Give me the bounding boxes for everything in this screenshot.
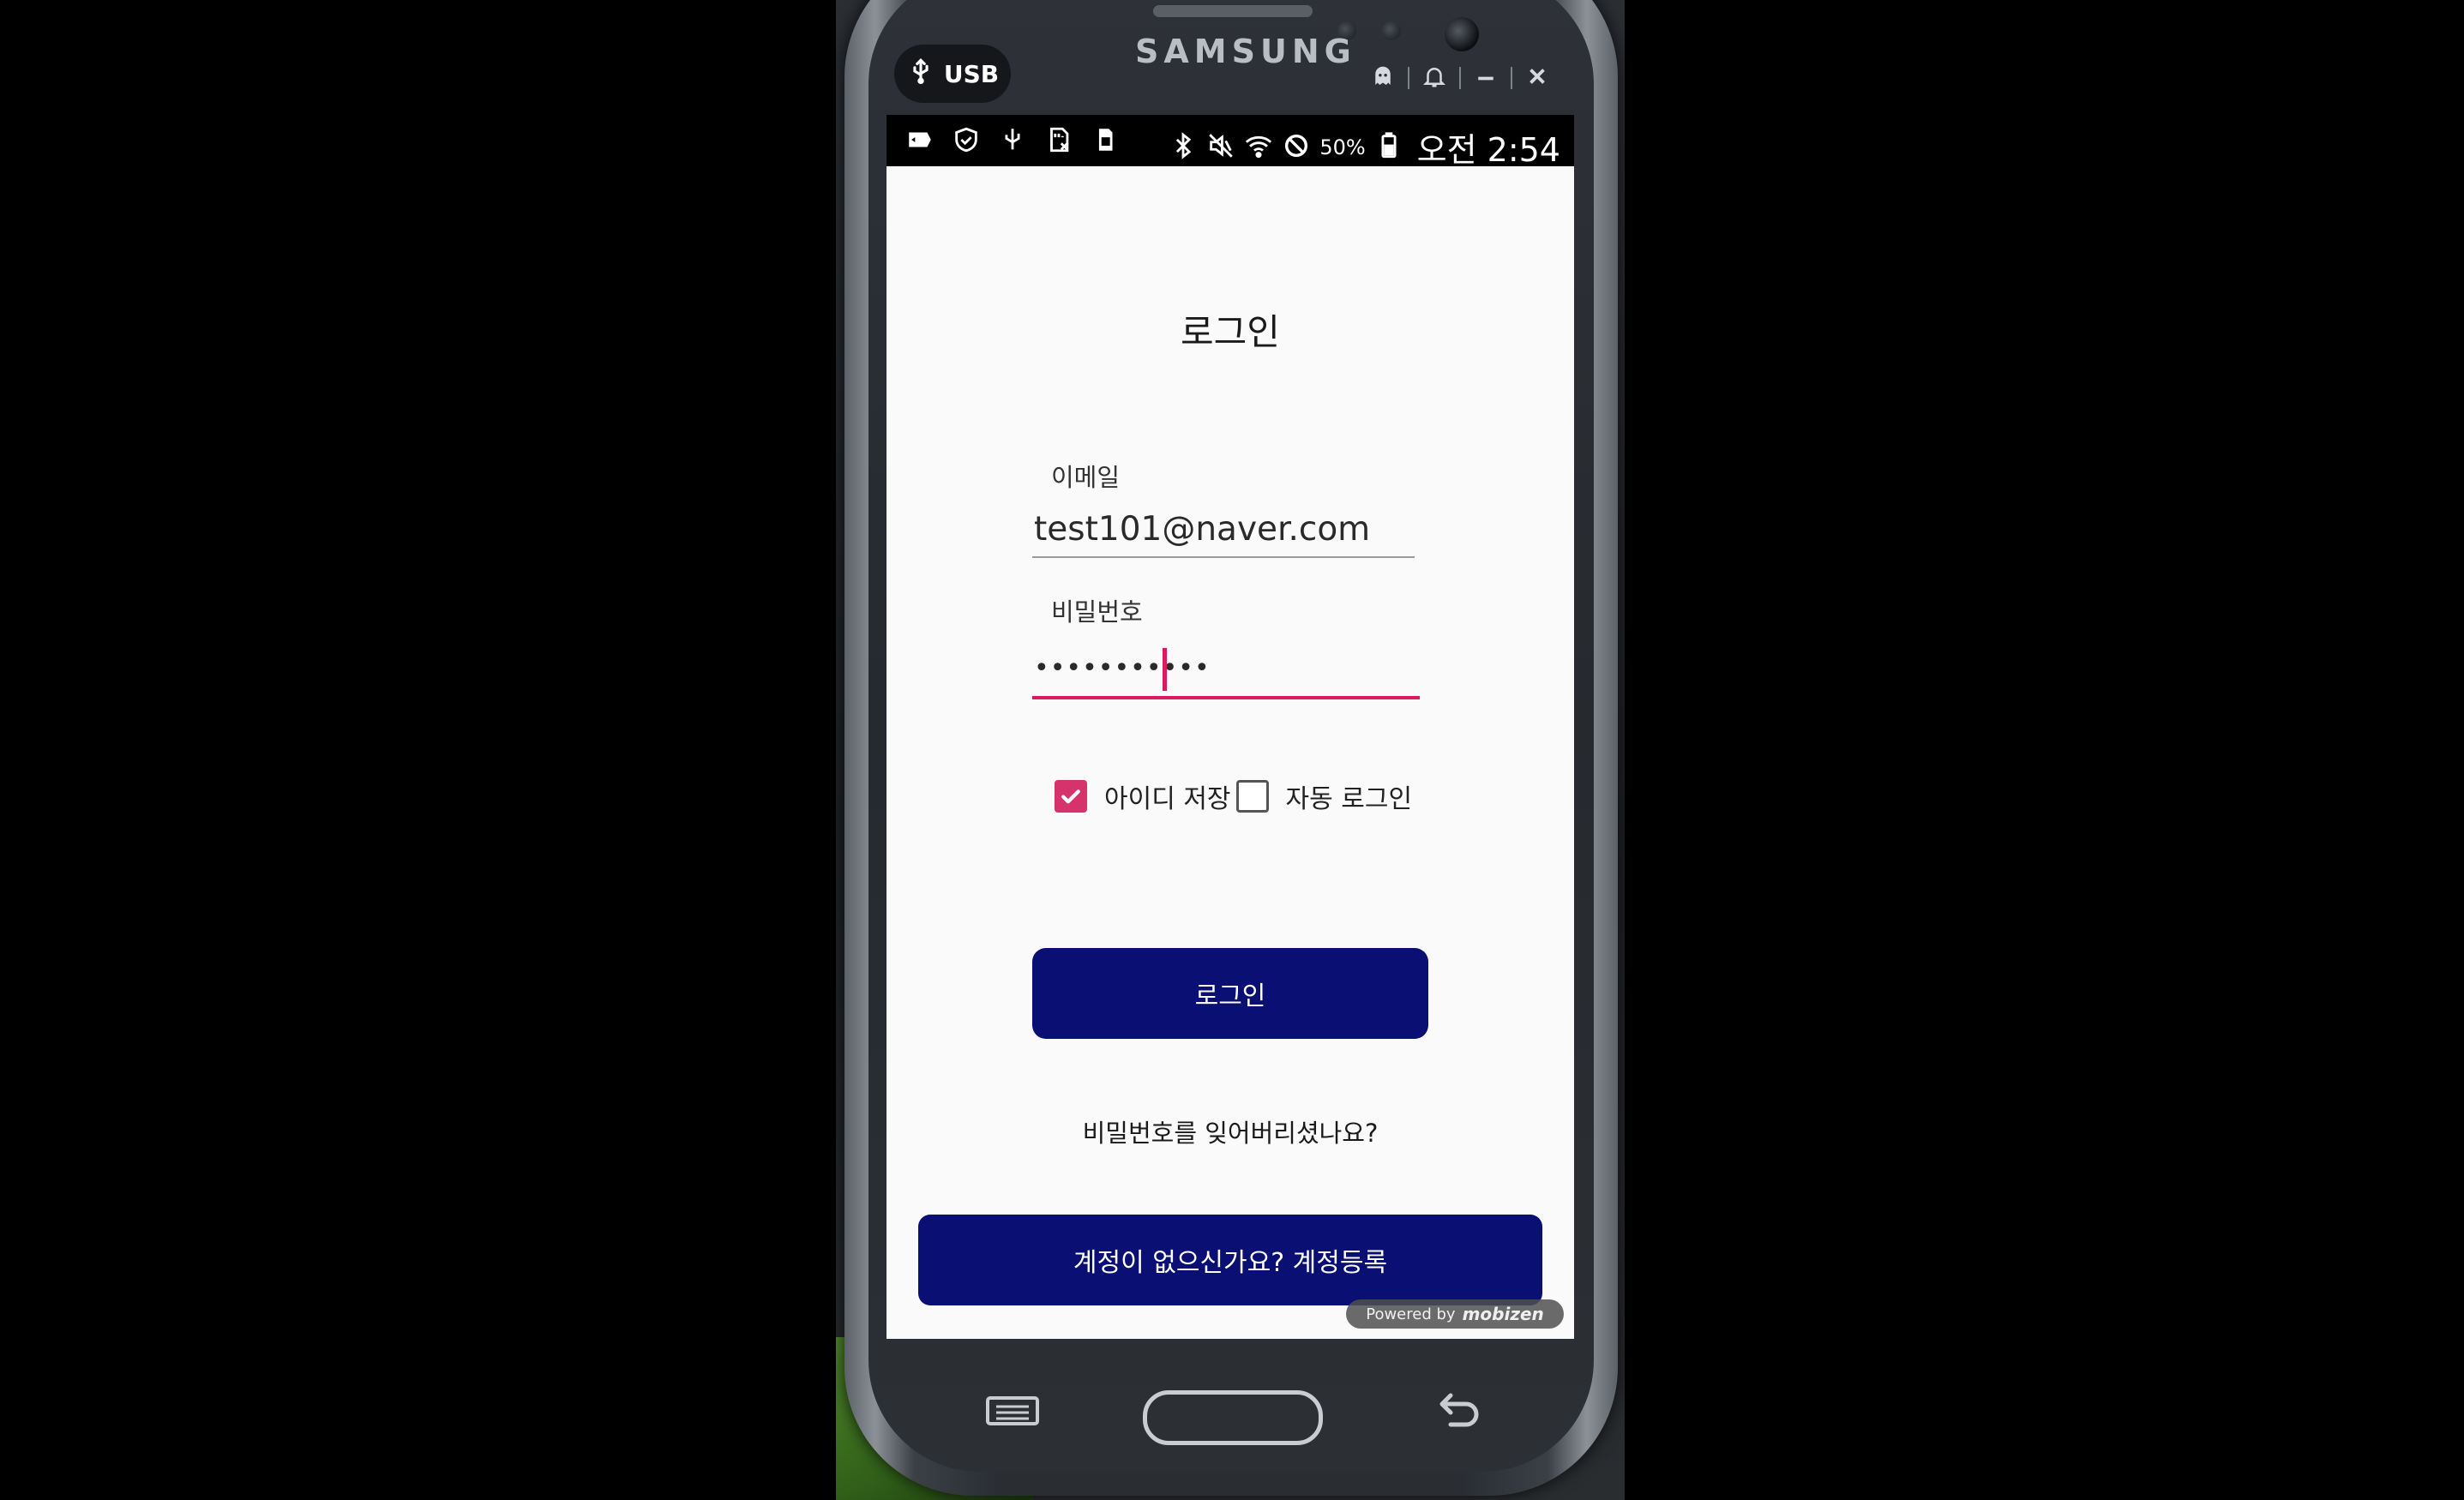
auto-login-checkbox[interactable] (1235, 780, 1269, 813)
status-bar: 50% 오전 2:54 (886, 115, 1574, 169)
password-field[interactable]: ••••••••••• (1032, 646, 1423, 691)
status-right-icons: 50% 오전 2:54 (1169, 123, 1560, 171)
bluetooth-icon (1169, 131, 1198, 164)
device-brand: SAMSUNG (1135, 33, 1356, 70)
save-id-checkbox[interactable] (1055, 780, 1087, 813)
screen-mirror-icon (905, 125, 935, 158)
email-label: 이메일 (1051, 463, 1121, 492)
ghost-icon[interactable] (1370, 63, 1396, 93)
status-time: 오전 2:54 (1416, 131, 1560, 169)
home-button[interactable] (1143, 1390, 1323, 1445)
register-button[interactable]: 계정이 없으신가요? 계정등록 (918, 1215, 1542, 1305)
auto-login-label[interactable]: 자동 로그인 (1286, 777, 1413, 815)
shield-icon (952, 125, 981, 158)
email-underline (1032, 556, 1415, 558)
status-left-icons (905, 125, 1120, 158)
phone-screen: 50% 오전 2:54 로그인 이메일 비밀번호 ••••••••••• 아이디… (886, 115, 1574, 1339)
close-icon[interactable] (1524, 63, 1550, 93)
usb-icon (906, 57, 935, 92)
mute-icon (1206, 131, 1235, 164)
watermark-brand: mobizen (1462, 1304, 1544, 1324)
page-root: SAMSUNG USB 50% 오전 2:54 로그인 이메일 test101@… (0, 0, 2464, 1500)
menu-key[interactable] (986, 1395, 1039, 1426)
minimize-icon[interactable] (1473, 63, 1499, 93)
checkmark-icon (1061, 789, 1080, 804)
separator (1459, 67, 1461, 89)
forgot-password-link[interactable]: 비밀번호를 잊어버리셨나요? (886, 1113, 1574, 1149)
battery-percent: 50% (1319, 135, 1366, 159)
save-id-label[interactable]: 아이디 저장 (1104, 777, 1231, 815)
watermark-badge: Powered by mobizen (1346, 1299, 1564, 1329)
watermark-prefix: Powered by (1366, 1305, 1456, 1323)
earpiece-speaker (1153, 5, 1313, 17)
usb-icon (998, 125, 1027, 158)
options-row: 아이디 저장 자동 로그인 (1055, 777, 1417, 815)
bell-icon[interactable] (1421, 63, 1447, 93)
back-icon (1439, 1393, 1479, 1427)
sim-icon (1091, 125, 1120, 158)
email-field[interactable] (1032, 507, 1423, 551)
password-underline (1032, 696, 1420, 699)
front-camera (1445, 17, 1479, 51)
password-label: 비밀번호 (1051, 597, 1143, 627)
light-sensor (1382, 21, 1401, 40)
battery-icon (1374, 131, 1403, 164)
menu-icon (986, 1396, 1039, 1425)
page-title: 로그인 (1181, 311, 1280, 353)
back-key[interactable] (1433, 1390, 1481, 1431)
separator (1511, 67, 1512, 89)
login-button[interactable]: 로그인 (1032, 948, 1428, 1039)
window-controls (1370, 63, 1550, 93)
wifi-icon (1244, 131, 1273, 164)
usb-badge[interactable]: USB (894, 45, 1011, 103)
sd-card-icon (1044, 125, 1073, 158)
text-caret (1163, 648, 1167, 691)
blocked-icon (1282, 131, 1311, 164)
usb-label: USB (943, 59, 1000, 88)
separator (1408, 67, 1409, 89)
